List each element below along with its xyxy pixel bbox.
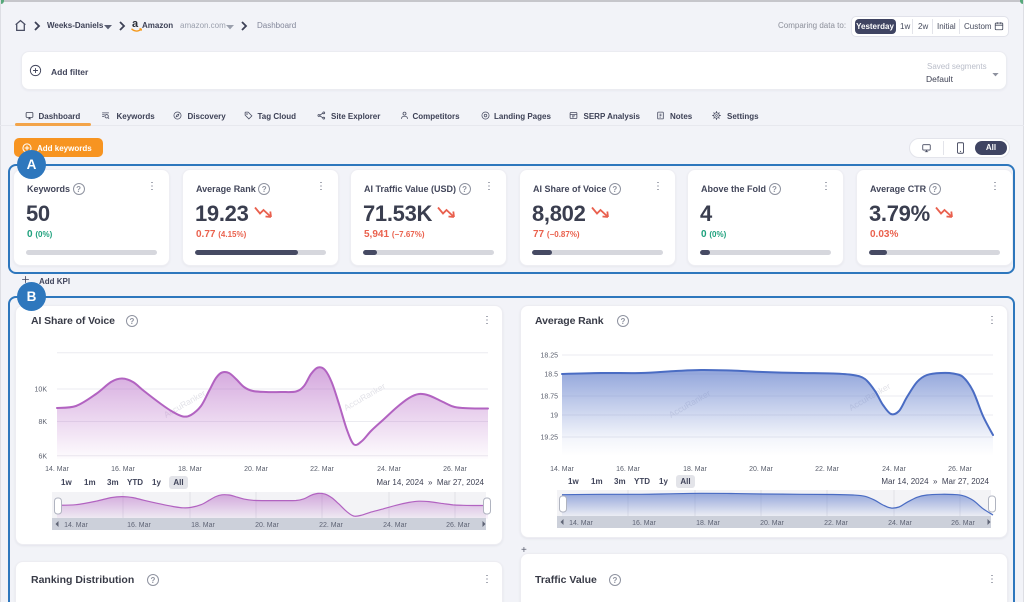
svg-text:18.5: 18.5 <box>544 372 558 379</box>
svg-text:24. Mar: 24. Mar <box>383 522 407 529</box>
svg-text:20. Mar: 20. Mar <box>255 522 279 529</box>
svg-text:8K: 8K <box>38 419 47 426</box>
svg-text:14. Mar: 14. Mar <box>569 520 593 527</box>
svg-text:22. Mar: 22. Mar <box>824 520 848 527</box>
svg-text:26. Mar: 26. Mar <box>948 466 972 473</box>
svg-text:20. Mar: 20. Mar <box>760 520 784 527</box>
svg-text:19.25: 19.25 <box>540 435 558 442</box>
svg-text:24. Mar: 24. Mar <box>377 466 401 473</box>
svg-text:18. Mar: 18. Mar <box>696 520 720 527</box>
svg-text:22. Mar: 22. Mar <box>310 466 334 473</box>
svg-text:16. Mar: 16. Mar <box>616 466 640 473</box>
svg-text:26. Mar: 26. Mar <box>951 520 975 527</box>
svg-text:6K: 6K <box>38 453 47 460</box>
svg-text:22. Mar: 22. Mar <box>815 466 839 473</box>
svg-text:18. Mar: 18. Mar <box>683 466 707 473</box>
svg-text:16. Mar: 16. Mar <box>127 522 151 529</box>
svg-text:24. Mar: 24. Mar <box>882 466 906 473</box>
svg-text:20. Mar: 20. Mar <box>244 466 268 473</box>
svg-text:26. Mar: 26. Mar <box>446 522 470 529</box>
svg-text:14. Mar: 14. Mar <box>64 522 88 529</box>
svg-text:26. Mar: 26. Mar <box>443 466 467 473</box>
svg-text:14. Mar: 14. Mar <box>550 466 574 473</box>
svg-text:18.25: 18.25 <box>540 353 558 360</box>
svg-text:AccuRanker: AccuRanker <box>342 381 387 413</box>
svg-text:24. Mar: 24. Mar <box>888 520 912 527</box>
svg-text:10K: 10K <box>35 387 48 394</box>
svg-text:18. Mar: 18. Mar <box>191 522 215 529</box>
svg-text:18. Mar: 18. Mar <box>178 466 202 473</box>
svg-text:16. Mar: 16. Mar <box>111 466 135 473</box>
svg-text:16. Mar: 16. Mar <box>632 520 656 527</box>
svg-text:19: 19 <box>550 413 558 420</box>
svg-text:22. Mar: 22. Mar <box>319 522 343 529</box>
svg-text:18.75: 18.75 <box>540 394 558 401</box>
svg-text:20. Mar: 20. Mar <box>749 466 773 473</box>
svg-text:14. Mar: 14. Mar <box>45 466 69 473</box>
